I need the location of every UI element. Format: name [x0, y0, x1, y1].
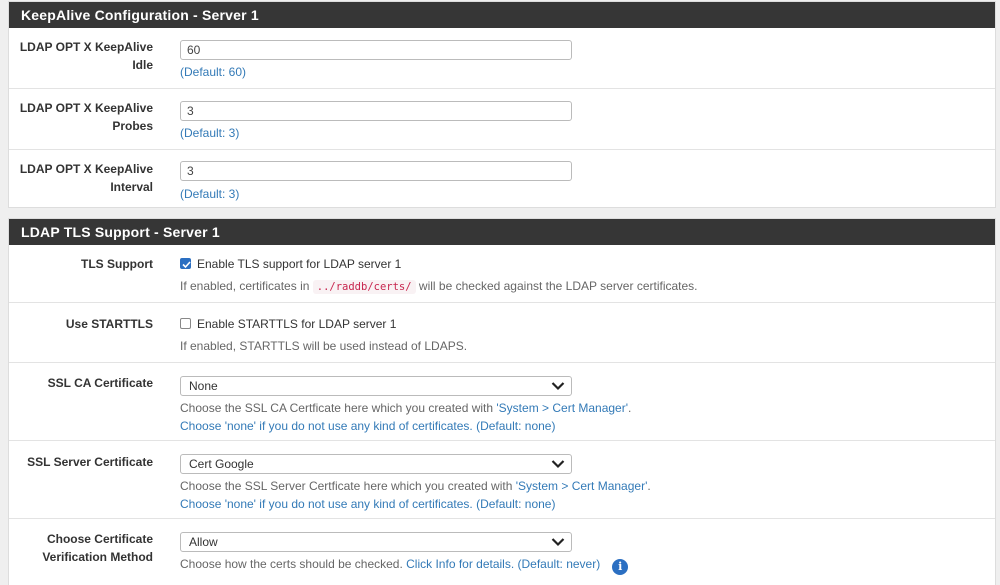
select-value: None [189, 379, 218, 393]
keepalive-probes-input[interactable] [180, 101, 572, 121]
field-label: SSL Server Certificate [27, 455, 153, 469]
row-verification-method: Choose Certificate Verification Method A… [9, 518, 995, 585]
field-label: SSL CA Certificate [47, 376, 153, 390]
starttls-checkbox-label: Enable STARTTLS for LDAP server 1 [197, 317, 397, 331]
help-text-line2: Choose 'none' if you do not use any kind… [180, 419, 556, 433]
field-wrap: (Default: 3) [180, 101, 572, 142]
field-wrap: (Default: 60) [180, 40, 572, 81]
info-icon[interactable]: i [612, 559, 629, 575]
row-tls-support: TLS Support Enable TLS support for LDAP … [9, 245, 995, 302]
ssl-ca-cert-select[interactable]: None [180, 376, 572, 396]
tls-panel: LDAP TLS Support - Server 1 TLS Support … [8, 218, 996, 585]
help-text: (Default: 3) [180, 126, 240, 140]
chevron-down-icon [551, 538, 565, 547]
starttls-option[interactable]: Enable STARTTLS for LDAP server 1 [180, 315, 467, 333]
help-text: (Default: 3) [180, 187, 240, 201]
cert-manager-link[interactable]: 'System > Cert Manager' [516, 479, 648, 493]
select-value: Allow [189, 535, 218, 549]
cert-manager-link[interactable]: 'System > Cert Manager' [496, 401, 628, 415]
tls-support-checkbox[interactable] [180, 258, 191, 269]
verification-method-select[interactable]: Allow [180, 532, 572, 552]
keepalive-panel: KeepAlive Configuration - Server 1 LDAP … [8, 1, 996, 208]
info-details-link[interactable]: Click Info for details. (Default: never) [406, 557, 600, 571]
help-text-line2: Choose 'none' if you do not use any kind… [180, 497, 556, 511]
row-keepalive-probes: LDAP OPT X KeepAlive Probes (Default: 3) [9, 88, 995, 149]
field-wrap: Enable TLS support for LDAP server 1 If … [180, 255, 698, 296]
starttls-checkbox[interactable] [180, 318, 191, 329]
chevron-down-icon [551, 382, 565, 391]
field-wrap: Cert Google Choose the SSL Server Certfi… [180, 454, 651, 513]
row-keepalive-idle: LDAP OPT X KeepAlive Idle (Default: 60) [9, 28, 995, 88]
field-wrap: Allow Choose how the certs should be che… [180, 532, 629, 575]
field-wrap: Enable STARTTLS for LDAP server 1 If ena… [180, 315, 467, 355]
help-text: If enabled, certificates in ../raddb/cer… [180, 279, 698, 294]
field-label: LDAP OPT X KeepAlive Interval [19, 162, 153, 194]
help-text: Choose how the certs should be checked. … [180, 555, 629, 575]
help-text: (Default: 60) [180, 65, 247, 79]
field-label: LDAP OPT X KeepAlive Idle [19, 40, 153, 72]
select-value: Cert Google [189, 457, 254, 471]
help-text: If enabled, STARTTLS will be used instea… [180, 339, 468, 353]
row-ssl-server-cert: SSL Server Certificate Cert Google Choos… [9, 440, 995, 518]
help-text: Choose the SSL CA Certficate here which … [180, 401, 632, 415]
panel-heading-keepalive: KeepAlive Configuration - Server 1 [9, 2, 995, 28]
keepalive-interval-input[interactable] [180, 161, 572, 181]
panel-heading-tls: LDAP TLS Support - Server 1 [9, 219, 995, 245]
tls-support-option[interactable]: Enable TLS support for LDAP server 1 [180, 255, 698, 273]
field-label: TLS Support [81, 257, 153, 271]
row-starttls: Use STARTTLS Enable STARTTLS for LDAP se… [9, 302, 995, 362]
field-label: Choose Certificate Verification Method [42, 532, 153, 564]
chevron-down-icon [551, 460, 565, 469]
tls-support-checkbox-label: Enable TLS support for LDAP server 1 [197, 257, 402, 271]
row-ssl-ca-cert: SSL CA Certificate None Choose the SSL C… [9, 362, 995, 440]
field-wrap: (Default: 3) [180, 161, 572, 203]
code-path: ../raddb/certs/ [312, 280, 416, 294]
help-text: Choose the SSL Server Certficate here wh… [180, 479, 651, 493]
keepalive-idle-input[interactable] [180, 40, 572, 60]
ssl-server-cert-select[interactable]: Cert Google [180, 454, 572, 474]
row-keepalive-interval: LDAP OPT X KeepAlive Interval (Default: … [9, 149, 995, 209]
field-wrap: None Choose the SSL CA Certficate here w… [180, 376, 631, 435]
field-label: LDAP OPT X KeepAlive Probes [19, 101, 153, 133]
field-label: Use STARTTLS [65, 317, 153, 331]
